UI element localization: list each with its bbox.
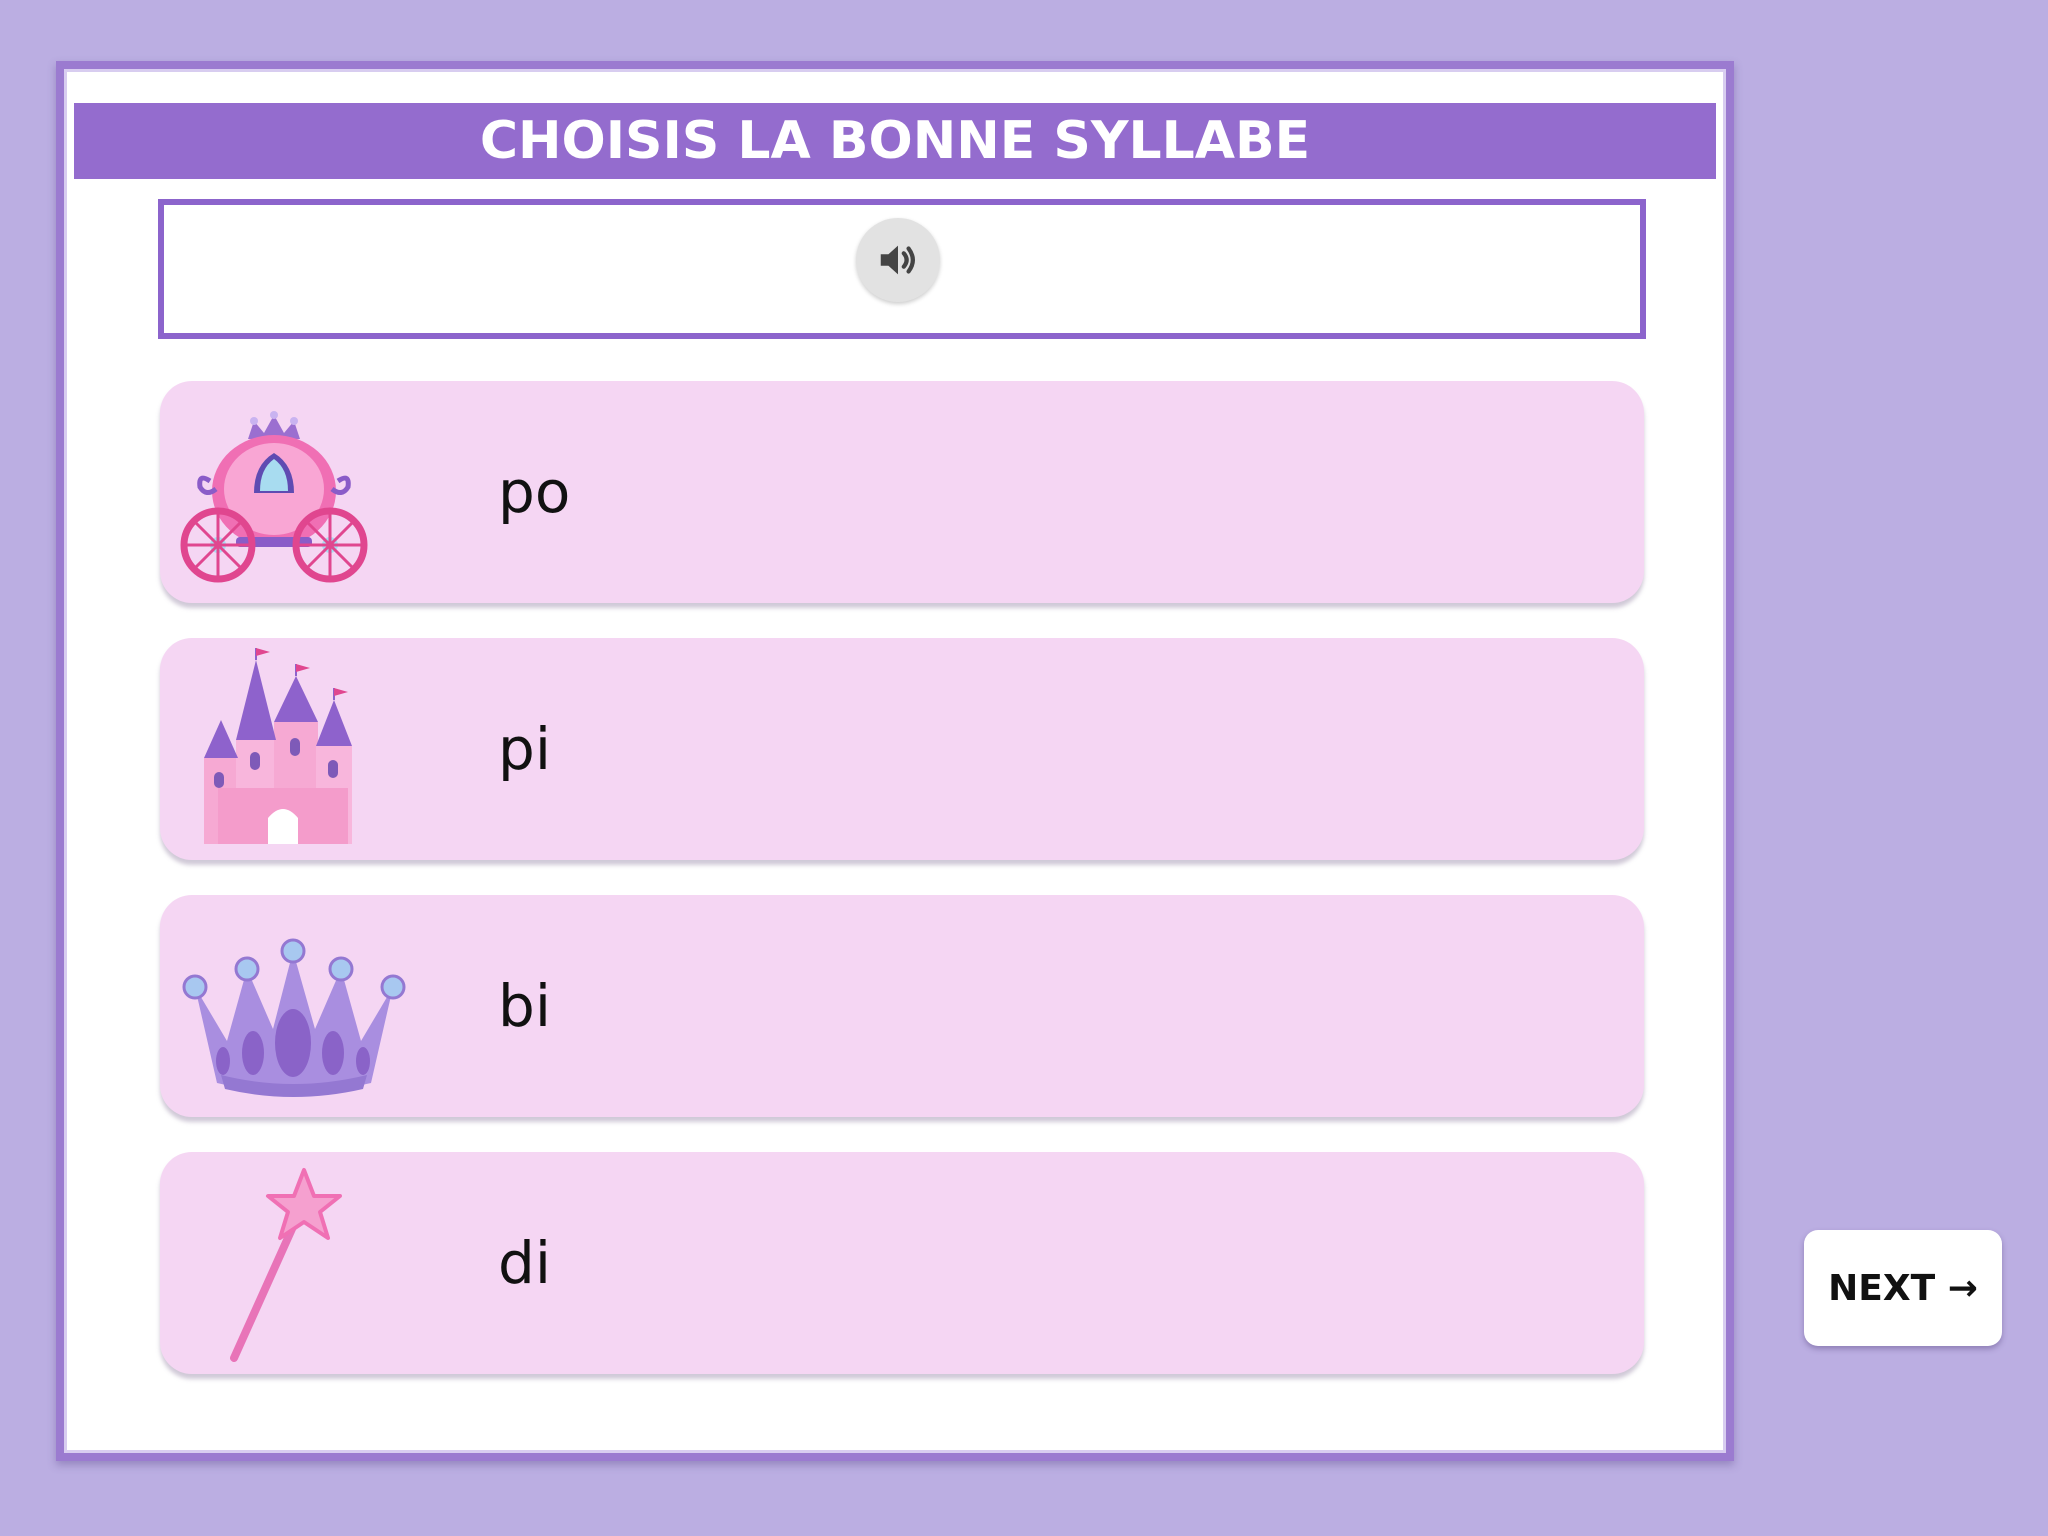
speaker-icon <box>880 245 915 275</box>
answer-option-bi[interactable]: bi <box>160 895 1644 1117</box>
answer-option-di[interactable]: di <box>160 1152 1644 1374</box>
castle-icon <box>204 648 352 844</box>
answer-option-po[interactable]: po <box>160 381 1644 603</box>
crown-icon <box>182 938 406 1097</box>
option-label: bi <box>498 972 551 1040</box>
option-label: po <box>498 458 571 526</box>
page-title: CHOISIS LA BONNE SYLLABE <box>74 103 1716 179</box>
carriage-icon <box>180 411 368 583</box>
option-label: di <box>498 1229 551 1297</box>
magic-wand-icon <box>230 1168 342 1362</box>
next-button[interactable]: NEXT → <box>1804 1230 2002 1346</box>
option-label: pi <box>498 715 551 783</box>
play-audio-button[interactable] <box>856 218 940 302</box>
answer-option-pi[interactable]: pi <box>160 638 1644 860</box>
